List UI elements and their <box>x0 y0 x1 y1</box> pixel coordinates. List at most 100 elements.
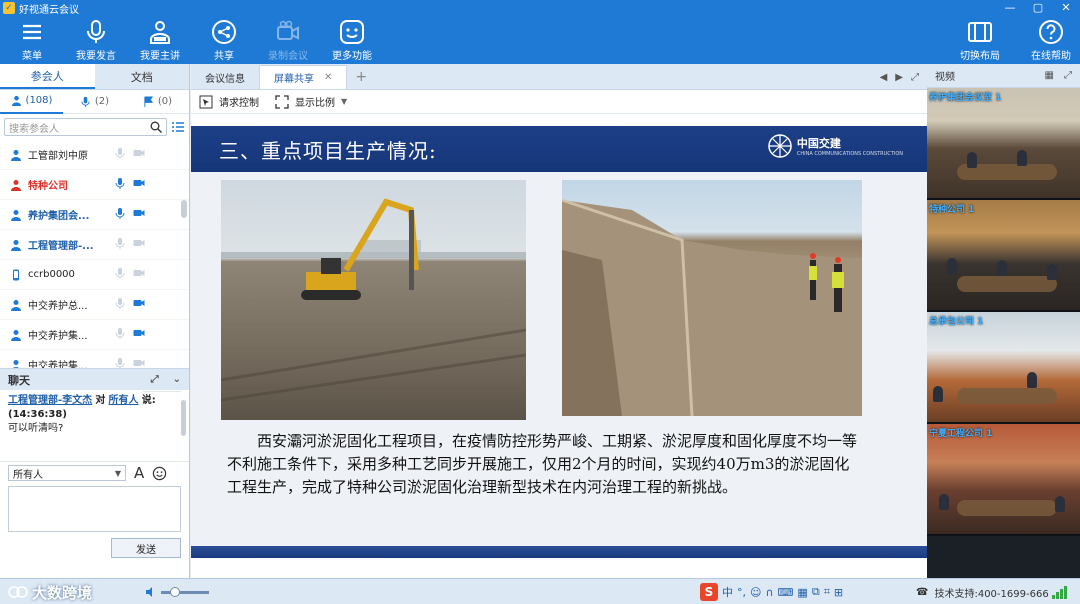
smile-icon[interactable]: ☺ <box>750 586 761 599</box>
video-person-shape <box>1047 264 1057 280</box>
participant-mic[interactable] <box>114 327 126 342</box>
sogou-icon[interactable]: S <box>700 583 718 601</box>
center-panel: 会议信息 屏幕共享 ✕ + ◀ ▶ ⤢ 请求控制 显示比例 ▼ 三、重点项目生产… <box>191 64 927 578</box>
display-scale-button[interactable]: 显示比例 ▼ <box>275 94 347 109</box>
list-view-icon[interactable] <box>171 120 185 134</box>
search-icon[interactable] <box>150 121 162 133</box>
toolbox-icon[interactable]: ⧉ <box>812 585 820 599</box>
participant-search-input[interactable]: 搜索参会人 <box>4 118 167 136</box>
chat-input[interactable] <box>8 486 181 532</box>
speaker-icon[interactable] <box>145 586 157 598</box>
participant-mic[interactable] <box>114 267 126 282</box>
participant-camera[interactable] <box>133 327 145 342</box>
share-button[interactable]: 共享 <box>192 16 256 64</box>
video-tile-label: 宁夏工程公司 1 <box>929 429 993 439</box>
participant-row[interactable]: 养护集团会... <box>0 200 189 230</box>
headset-icon[interactable]: ∩ <box>765 586 773 599</box>
crop-icon[interactable]: ⌗ <box>824 585 830 599</box>
ime-mode[interactable]: 中 <box>722 584 733 600</box>
grid-icon[interactable]: ▦ <box>797 586 807 599</box>
participant-camera[interactable] <box>133 177 145 192</box>
participant-row[interactable]: ccrb0000 <box>0 260 189 290</box>
video-tile[interactable]: 宁夏工程公司 1 <box>927 424 1080 536</box>
participant-mic[interactable] <box>114 357 126 368</box>
participant-mic[interactable] <box>114 207 126 222</box>
video-tile[interactable]: 养护集团会议室 1 <box>927 88 1080 200</box>
participant-camera[interactable] <box>133 267 145 282</box>
slide-logo: 中国交建 CHINA COMMUNICATIONS CONSTRUCTION <box>767 133 903 159</box>
chat-popout-icon[interactable]: ⤢ <box>151 374 159 385</box>
watermark-logo-icon <box>8 586 28 598</box>
online-help-label: 在线帮助 <box>1031 51 1071 62</box>
participant-row[interactable]: 特种公司 <box>0 170 189 200</box>
prev-tab-icon[interactable]: ◀ <box>880 72 888 83</box>
mic-icon <box>115 298 125 309</box>
next-tab-icon[interactable]: ▶ <box>895 72 903 83</box>
more-features-button[interactable]: 更多功能 <box>320 16 384 64</box>
video-tile[interactable]: 总承包公司 1 <box>927 312 1080 424</box>
support-info: ☎ 技术支持:400-1699-666 <box>916 579 1049 604</box>
tab-screen-share[interactable]: 屏幕共享 ✕ <box>259 65 348 89</box>
participant-name: 中交养护总... <box>28 301 88 312</box>
participant-mic[interactable] <box>114 237 126 252</box>
online-help-button[interactable]: 在线帮助 <box>1022 16 1080 64</box>
participant-row[interactable]: 中交养护总... <box>0 290 189 320</box>
participant-mic[interactable] <box>114 147 126 162</box>
chat-header: 聊天 ⤢ ⌄ <box>0 368 189 392</box>
participant-camera[interactable] <box>133 237 145 252</box>
chat-recipient-select[interactable]: 所有人 ▼ <box>8 465 126 481</box>
share-icon <box>212 20 236 44</box>
filter-all[interactable]: (108) <box>0 90 63 114</box>
send-button[interactable]: 发送 <box>111 538 181 558</box>
send-row: 发送 <box>0 534 189 562</box>
participant-row[interactable]: 工程管理部-... <box>0 230 189 260</box>
participant-row[interactable]: 中交养护集... <box>0 320 189 350</box>
add-tab-icon[interactable]: + <box>347 65 375 89</box>
video-table-shape <box>957 500 1057 516</box>
volume-knob[interactable] <box>170 586 181 597</box>
video-tile[interactable]: 特种公司 1 <box>927 200 1080 312</box>
chat-collapse-icon[interactable]: ⌄ <box>173 374 181 385</box>
volume-slider[interactable] <box>161 586 209 597</box>
mic-icon <box>115 178 125 189</box>
emoji-icon[interactable] <box>152 466 167 481</box>
participant-mic[interactable] <box>114 177 126 192</box>
participant-mic[interactable] <box>114 297 126 312</box>
punctuation-icon[interactable]: °, <box>737 586 746 599</box>
video-grid-icon[interactable]: ▦ <box>1045 70 1054 81</box>
participant-row[interactable]: 中交养护集... <box>0 350 189 368</box>
request-speak-button[interactable]: 我要发言 <box>64 16 128 64</box>
chat-recipient[interactable]: 所有人 <box>109 395 139 406</box>
chat-sender[interactable]: 工程管理部-李文杰 <box>8 395 92 406</box>
participant-camera[interactable] <box>133 147 145 162</box>
filter-speaking[interactable]: (2) <box>63 96 126 107</box>
close-tab-icon[interactable]: ✕ <box>324 72 332 83</box>
shared-slide: 三、重点项目生产情况: 中国交建 CHINA COMMUNICATIONS CO… <box>191 126 927 558</box>
slide-title: 三、重点项目生产情况: <box>219 139 437 163</box>
participant-camera[interactable] <box>133 297 145 312</box>
participant-row[interactable]: 工管部刘中原 <box>0 140 189 170</box>
maximize-button[interactable]: ▢ <box>1024 0 1052 16</box>
participant-camera[interactable] <box>133 357 145 368</box>
tab-meeting-info[interactable]: 会议信息 <box>191 65 259 89</box>
fullscreen-icon[interactable]: ⤢ <box>911 72 919 83</box>
filter-hands[interactable]: (0) <box>126 96 189 107</box>
video-person-shape <box>947 258 957 274</box>
keyboard-icon[interactable]: ⌨ <box>778 586 794 599</box>
request-control-button[interactable]: 请求控制 <box>199 94 259 109</box>
close-button[interactable]: ✕ <box>1052 0 1080 16</box>
tab-participants[interactable]: 参会人 <box>0 64 95 89</box>
video-popout-icon[interactable]: ⤢ <box>1064 70 1072 81</box>
minimize-button[interactable]: — <box>996 0 1024 16</box>
volume-control[interactable] <box>145 586 209 598</box>
apps-icon[interactable]: ⊞ <box>834 586 843 599</box>
record-meeting-button[interactable]: 录制会议 <box>256 16 320 64</box>
font-icon[interactable]: A <box>134 464 144 482</box>
menu-label: 菜单 <box>22 51 42 62</box>
participant-camera[interactable] <box>133 207 145 222</box>
tab-documents[interactable]: 文档 <box>94 64 189 89</box>
request-present-button[interactable]: 我要主讲 <box>128 16 192 64</box>
chat-scrollbar[interactable] <box>181 400 186 436</box>
switch-layout-button[interactable]: 切换布局 <box>938 16 1022 64</box>
menu-button[interactable]: 菜单 <box>0 16 64 64</box>
